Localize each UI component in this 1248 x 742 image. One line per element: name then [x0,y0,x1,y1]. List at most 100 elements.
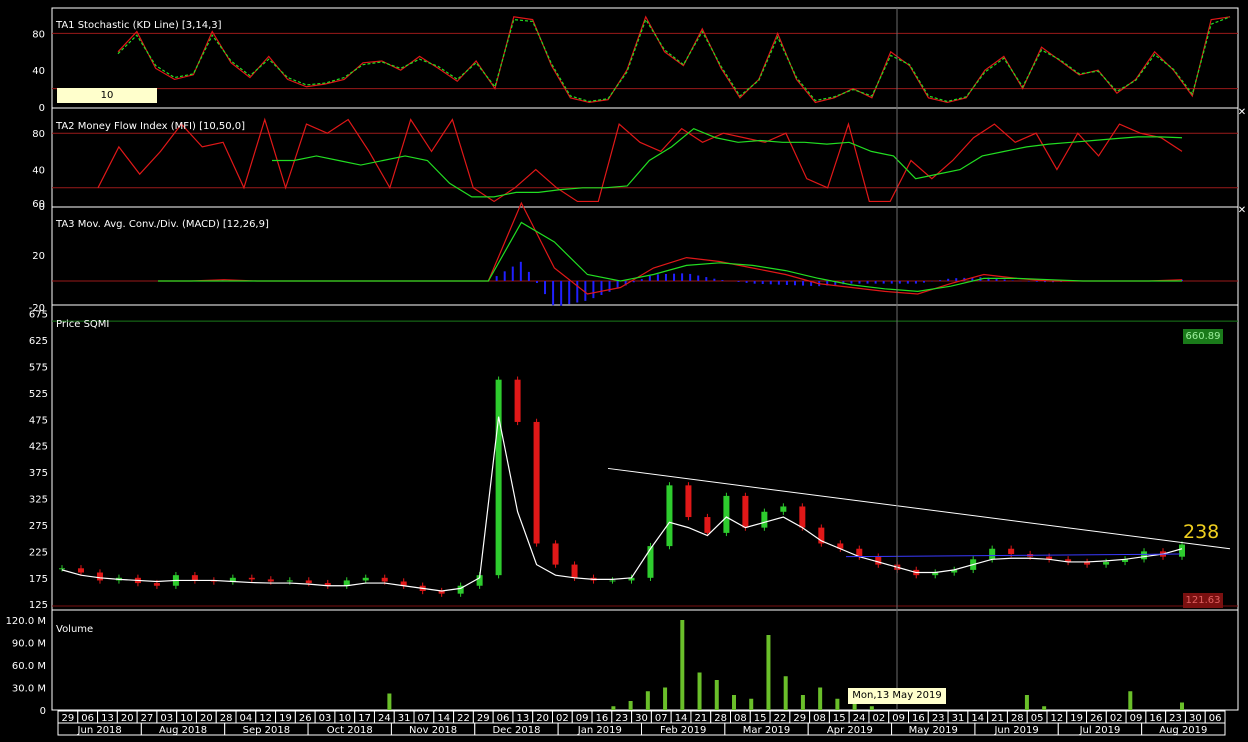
price-candle [609,580,616,582]
x-day-label: 28 [1011,713,1024,724]
price-candle [552,543,559,565]
volume-bar [1024,695,1029,710]
x-day-label: 06 [81,713,94,724]
x-day-label: 31 [398,713,411,724]
volume-bar [1180,702,1184,710]
macd-line [158,201,1183,295]
price-tick: 175 [29,574,48,585]
price-candle [267,579,274,582]
price-candle [362,577,369,581]
x-day-label: 12 [259,713,272,724]
volume-bar [628,701,633,710]
stoch-panel-title: TA1 Stochastic (KD Line) [3,14,3] [56,20,222,31]
price-tick: 125 [29,600,48,611]
x-day-label: 06 [1209,713,1222,724]
close-icon[interactable]: ✕ [1237,206,1247,216]
x-day-label: 23 [932,713,945,724]
x-month-label: Aug 2018 [159,725,207,736]
volume-bar [766,635,771,710]
price-candle [533,421,540,544]
stoch-input-box[interactable]: 10 [57,88,157,103]
x-day-label: 04 [240,713,253,724]
price-candle [989,548,996,560]
x-day-label: 07 [655,713,668,724]
x-day-label: 27 [141,713,154,724]
price-candle [1179,544,1185,557]
x-day-label: 31 [952,713,965,724]
x-month-label: Sep 2018 [243,725,290,736]
price-tick: 675 [29,310,48,321]
x-day-label: 20 [536,713,549,724]
price-tick: 525 [29,389,48,400]
volume-bar [611,706,616,710]
mfi-tick: 40 [32,166,45,177]
x-day-label: 02 [556,713,569,724]
x-day-label: 17 [358,713,371,724]
stoch-tick: 0 [39,103,45,114]
panel-border [51,7,1239,109]
x-day-label: 08 [734,713,747,724]
price-candle [875,556,882,565]
panel-border [51,304,1239,611]
volume-bar [1128,691,1133,710]
volume-bar [663,687,668,710]
price-candle [514,379,521,422]
x-day-label: 15 [754,713,767,724]
chart-window: 80 40 0 80 40 0 60 20 -20 675 625 575 525 475 425 375 32… [0,0,1248,742]
x-day-label: 23 [615,713,628,724]
price-candle [153,583,160,586]
x-day-label: 03 [160,713,173,724]
price-high-label: 660.89 [1183,329,1223,344]
x-day-label: 16 [912,713,925,724]
x-day-label: 29 [477,713,490,724]
x-day-label: 15 [833,713,846,724]
x-month-label: Nov 2018 [409,725,457,736]
x-month-label: Apr 2019 [827,725,873,736]
stoch-tick: 80 [32,29,45,40]
price-low-label: 121.63 [1183,593,1223,608]
chart-canvas[interactable]: 80400804006020-2067562557552547542537532… [0,0,1248,742]
x-day-label: 13 [101,713,114,724]
x-day-label: 12 [1051,713,1064,724]
x-month-label: Jun 2019 [993,725,1038,736]
volume-bar [645,691,650,710]
price-last-label: 238 [1183,521,1220,543]
price-tick: 375 [29,468,48,479]
price-panel-title: Price SQMI [56,319,110,330]
price-candle [1141,551,1148,560]
volume-bar [835,698,840,710]
x-month-label: Dec 2018 [492,725,540,736]
x-day-label: 30 [1189,713,1202,724]
x-day-label: 26 [299,713,312,724]
volume-tick: 60.0 M [12,661,46,672]
volume-panel-title: Volume [56,624,94,635]
price-tick: 225 [29,547,48,558]
stoch-tick: 40 [32,66,45,77]
x-day-label: 20 [121,713,134,724]
price-candle [1103,561,1110,565]
x-day-label: 20 [200,713,213,724]
mfi-panel-title: TA2 Money Flow Index (MFI) [10,50,0] [56,121,246,132]
x-day-label: 05 [1031,713,1044,724]
price-candle [1008,548,1015,555]
x-day-label: 26 [1090,713,1103,724]
volume-bar [749,698,754,710]
price-candle [191,575,198,581]
crosshair-date-tooltip: Mon,13 May 2019 [848,688,946,704]
x-day-label: 16 [596,713,609,724]
x-day-label: 13 [516,713,529,724]
x-month-label: Feb 2019 [660,725,706,736]
price-candle [799,506,806,528]
close-icon[interactable]: ✕ [1237,108,1247,118]
x-month-label: Oct 2018 [327,725,373,736]
price-candle [59,568,65,570]
price-candle [381,577,388,582]
volume-tick: 30.0 M [12,684,46,695]
x-day-label: 29 [793,713,806,724]
mfi-tick: 80 [32,129,45,140]
x-day-label: 24 [378,713,391,724]
stoch-k-line [117,15,1231,104]
price-candle [685,485,692,518]
x-day-label: 21 [991,713,1004,724]
price-moving-average-line [61,416,1183,592]
